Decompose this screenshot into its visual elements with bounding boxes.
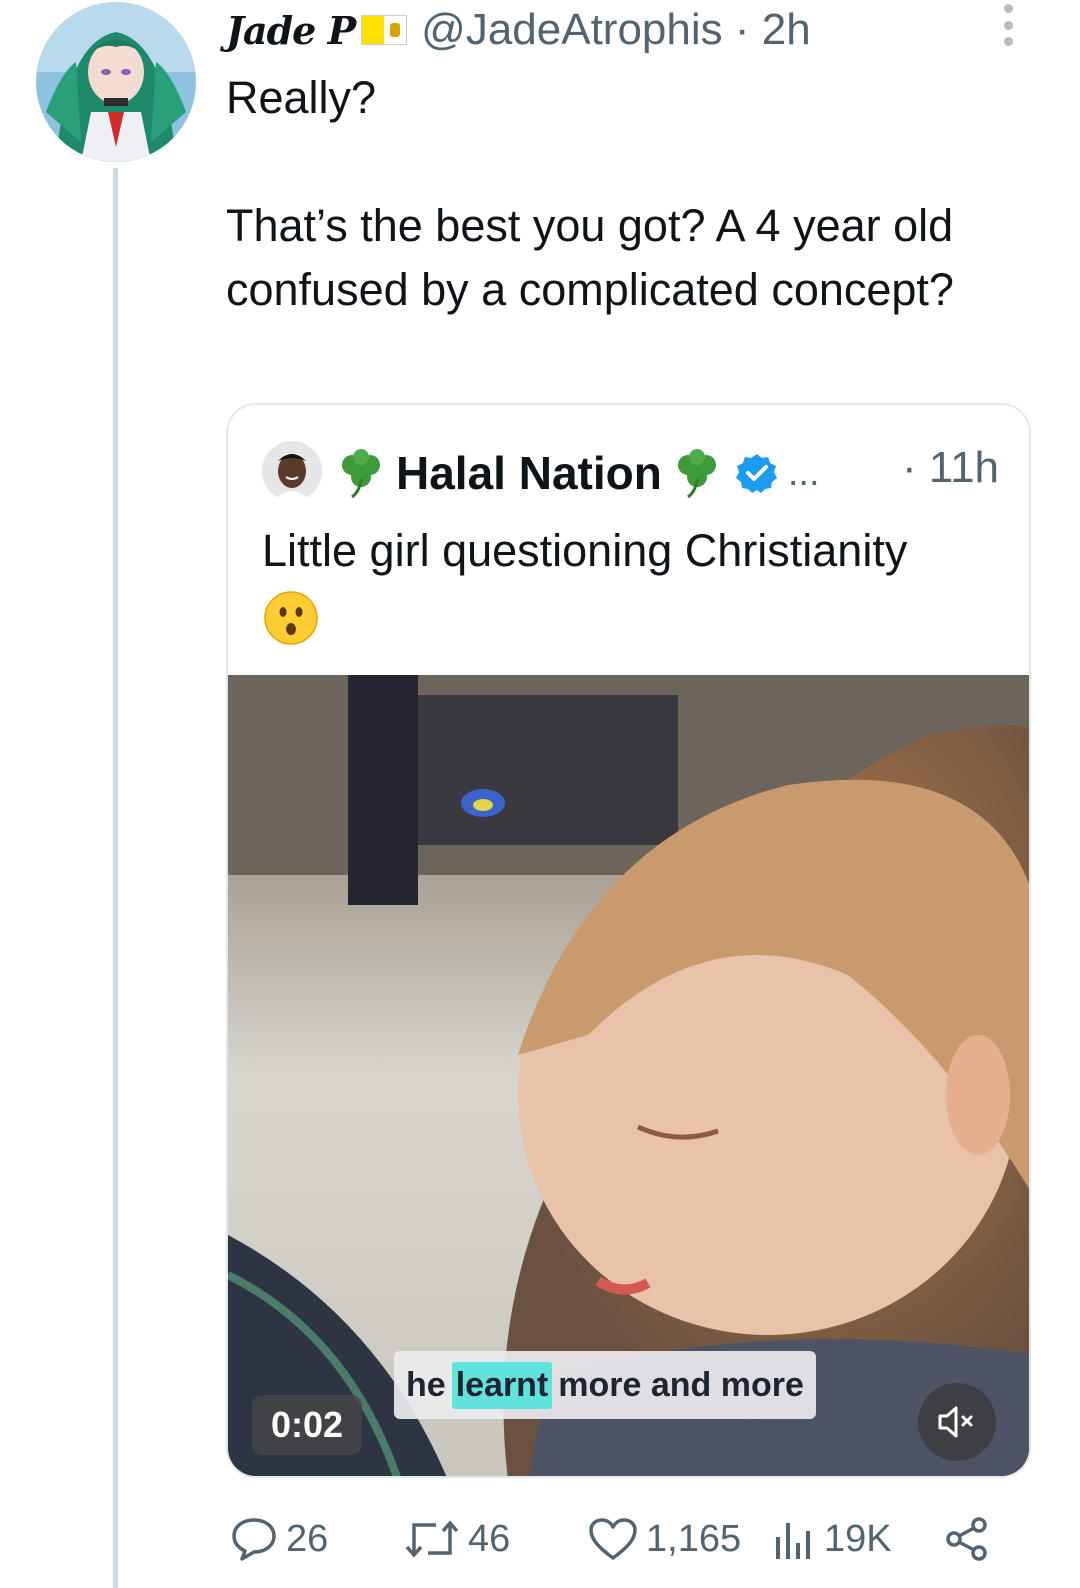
reply-icon [232, 1518, 276, 1561]
thread-line [113, 168, 118, 1588]
like-icon [589, 1518, 637, 1560]
vatican-flag-icon [361, 15, 408, 45]
quoted-tweet[interactable]: Halal Nation ... · 11h Little girl quest… [226, 403, 1031, 1478]
repost-icon [405, 1520, 459, 1558]
quote-avatar[interactable] [262, 441, 322, 501]
clover-icon [342, 449, 380, 499]
action-bar: 26 46 1,165 19K [226, 1504, 1006, 1574]
video-player[interactable]: he learnt more and more 0:02 [228, 675, 1029, 1476]
surprised-emoji [264, 591, 318, 645]
quote-display-name[interactable]: Halal Nation [396, 446, 662, 500]
quote-text: Little girl questioning Christianity [262, 525, 908, 576]
quote-header: Halal Nation ... [338, 441, 998, 505]
reply-count: 26 [286, 1517, 329, 1560]
display-name[interactable]: Jade P [226, 8, 356, 53]
video-timer: 0:02 [252, 1395, 362, 1455]
share-button[interactable] [944, 1504, 990, 1574]
quote-timestamp[interactable]: · 11h [902, 443, 999, 493]
mute-icon[interactable] [918, 1383, 996, 1461]
repost-button[interactable]: 46 [404, 1504, 510, 1574]
user-avatar[interactable] [36, 2, 196, 162]
quote-name-ellipsis: ... [787, 451, 820, 494]
views-icon [776, 1523, 810, 1559]
repost-count: 46 [468, 1517, 511, 1560]
views-count: 19K [824, 1517, 892, 1560]
user-handle[interactable]: @JadeAtrophis · 2h [421, 5, 811, 55]
verified-badge-icon [735, 454, 777, 493]
like-button[interactable]: 1,165 [588, 1504, 741, 1574]
reply-button[interactable]: 26 [230, 1504, 328, 1574]
more-icon[interactable] [996, 4, 1020, 46]
clover-icon [677, 449, 716, 499]
views-button[interactable]: 19K [772, 1504, 892, 1574]
video-caption: he learnt more and more [394, 1351, 816, 1419]
share-icon [946, 1517, 987, 1561]
tweet-header: Jade P @JadeAtrophis · 2h [226, 4, 811, 56]
tweet-text: Really? That’s the best you got? A 4 yea… [226, 72, 954, 315]
like-count: 1,165 [646, 1517, 742, 1560]
